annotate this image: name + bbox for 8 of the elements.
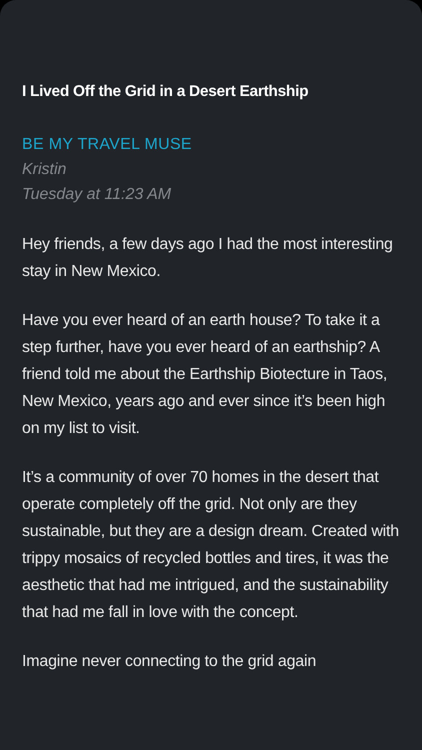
author-name: Kristin xyxy=(22,160,68,180)
publish-date: Tuesday at 11:23 AM xyxy=(22,185,172,205)
body-paragraph: Imagine never connecting to the grid again xyxy=(22,652,318,672)
article-title: I Lived Off the Grid in a Desert Earthship xyxy=(22,82,310,102)
body-paragraph: It’s a community of over 70 homes in the desert that operate completely off the grid. Not only are they sustainable, but they are a design dream. Created with trippy mosaics of recycled bottles and tires, it was the aesthetic that had me intrigued, and the sustainability that had me fall in love with the concept. xyxy=(22,468,400,623)
body-paragraph: Hey friends, a few days ago I had the most interesting stay in New Mexico. xyxy=(22,235,394,282)
body-paragraph: Have you ever heard of an earth house? To take it a step further, have you ever heard of an earthship? A friend told me about the Earthship Biotecture in Taos, New Mexico, years ago and ever since it’s been high on my list to visit. xyxy=(22,311,388,439)
source-name: BE MY TRAVEL MUSE xyxy=(22,135,193,155)
